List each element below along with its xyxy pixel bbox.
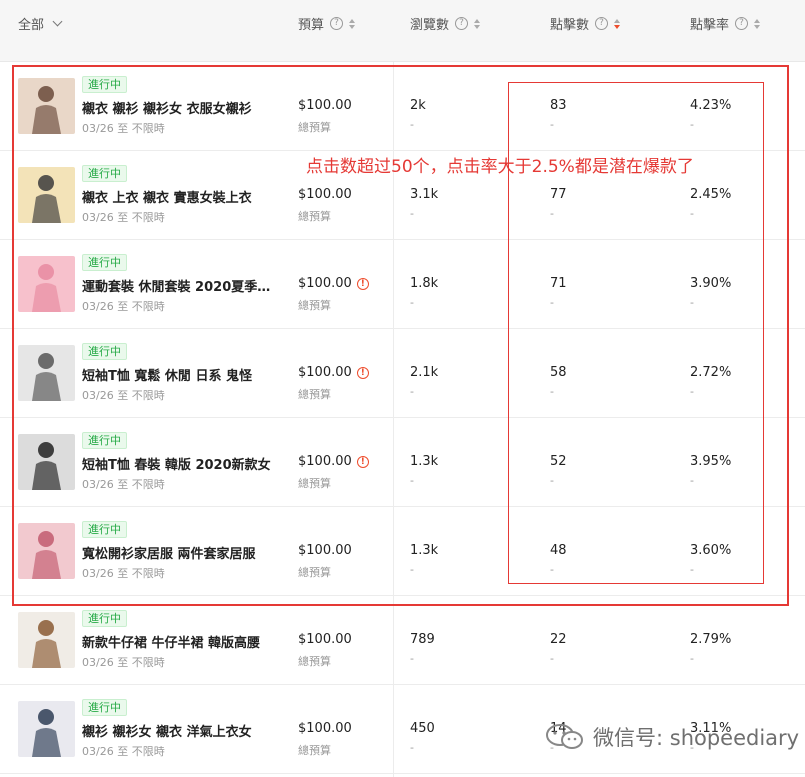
product-thumbnail[interactable] <box>18 701 75 757</box>
column-label-ctr: 點擊率 <box>690 18 730 33</box>
budget-value: $100.00 <box>298 721 352 736</box>
clicks-value: 22 <box>550 632 567 647</box>
column-header-clicks[interactable]: 點擊數 ? <box>550 14 621 33</box>
sort-desc-active-icon[interactable] <box>614 18 621 29</box>
ad-period: 03/26 至 不限時 <box>82 745 165 758</box>
annotation-text: 点击数超过50个，点击率大于2.5%都是潜在爆款了 <box>306 157 694 177</box>
column-header-budget[interactable]: 預算 ? <box>298 14 356 33</box>
status-badge: 進行中 <box>82 699 127 716</box>
watermark: 微信号: shopeediary <box>545 722 799 752</box>
ctr-value: 2.79% <box>690 632 732 647</box>
filter-label: 全部 <box>18 18 45 33</box>
ctr-change: - <box>690 652 694 665</box>
ad-period: 03/26 至 不限時 <box>82 656 165 669</box>
column-label-clicks: 點擊數 <box>550 18 590 33</box>
status-filter-dropdown[interactable]: 全部 <box>18 14 63 33</box>
clicks-change: - <box>550 652 554 665</box>
table-row[interactable]: 進行中 新款牛仔裙 牛仔半裙 韓版高腰 03/26 至 不限時 $100.00 … <box>0 596 805 685</box>
product-image-icon <box>18 612 75 668</box>
views-change: - <box>410 652 414 665</box>
sort-icon[interactable] <box>474 18 481 29</box>
help-icon[interactable]: ? <box>595 17 609 30</box>
views-change: - <box>410 741 414 754</box>
budget-value: $100.00 <box>298 632 352 647</box>
budget-amount: $100.00 <box>298 632 352 647</box>
help-icon[interactable]: ? <box>735 17 749 30</box>
budget-type-label: 總預算 <box>298 744 331 757</box>
help-icon[interactable]: ? <box>330 17 344 30</box>
product-thumbnail[interactable] <box>18 612 75 668</box>
product-name[interactable]: 新款牛仔裙 牛仔半裙 韓版高腰 <box>82 632 272 651</box>
help-icon[interactable]: ? <box>455 17 469 30</box>
column-label-budget: 預算 <box>298 18 325 33</box>
budget-type-label: 總預算 <box>298 655 331 668</box>
wechat-icon <box>546 724 583 749</box>
views-value: 789 <box>410 632 435 647</box>
table-header: 全部 預算 ? 瀏覽數 ? 點擊數 ? 點擊率 ? <box>0 0 805 62</box>
budget-amount: $100.00 <box>298 721 352 736</box>
column-header-ctr[interactable]: 點擊率 ? <box>690 14 761 33</box>
watermark-text: 微信号: shopeediary <box>593 726 800 750</box>
product-name[interactable]: 襯衫 襯衫女 襯衣 洋氣上衣女 <box>82 721 272 740</box>
chevron-down-icon <box>52 16 63 27</box>
sort-icon[interactable] <box>349 18 356 29</box>
views-value: 450 <box>410 721 435 736</box>
product-image-icon <box>18 701 75 757</box>
column-header-views[interactable]: 瀏覽數 ? <box>410 14 481 33</box>
column-label-views: 瀏覽數 <box>410 18 450 33</box>
status-badge: 進行中 <box>82 610 127 627</box>
sort-icon[interactable] <box>754 18 761 29</box>
